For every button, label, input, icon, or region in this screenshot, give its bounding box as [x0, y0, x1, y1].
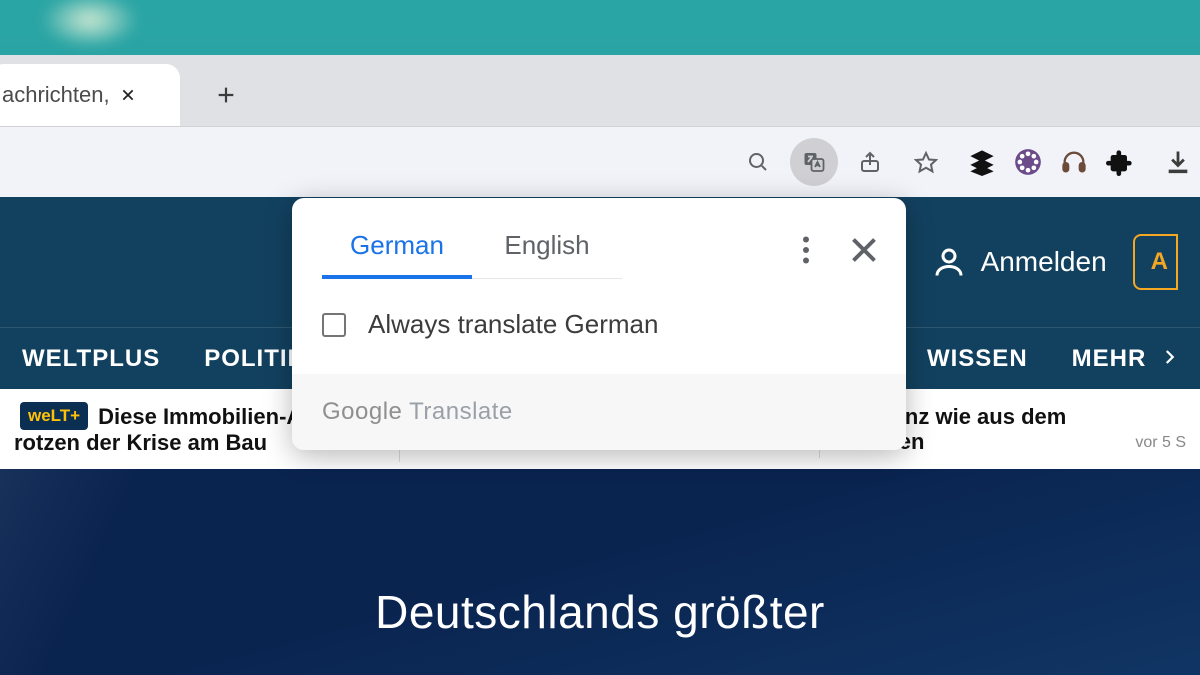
- nav-mehr[interactable]: MEHR: [1050, 345, 1200, 373]
- translate-tabs: German English: [292, 198, 906, 279]
- nav-weltplus[interactable]: WELTPLUS: [0, 345, 182, 373]
- footer-brand: Google: [322, 398, 402, 425]
- chevron-right-icon: [1160, 345, 1178, 372]
- login-button[interactable]: Anmelden: [931, 244, 1107, 280]
- hero-decoration: [0, 469, 220, 675]
- always-translate-label: Always translate German: [368, 309, 658, 340]
- user-icon: [931, 244, 967, 280]
- translate-icon[interactable]: [790, 138, 838, 186]
- login-label: Anmelden: [981, 246, 1107, 278]
- toolbar-icons: [734, 138, 950, 186]
- hero-banner: Deutschlands größter: [0, 469, 1200, 675]
- always-translate-checkbox[interactable]: [322, 313, 346, 337]
- cta-button-cut[interactable]: A: [1133, 234, 1178, 290]
- extensions-menu-icon[interactable]: [1106, 148, 1134, 176]
- extension-buffer-icon[interactable]: [968, 148, 996, 176]
- more-options-icon[interactable]: [788, 232, 824, 268]
- hero-headline: Deutschlands größter: [375, 585, 825, 639]
- star-icon[interactable]: [902, 138, 950, 186]
- extension-headphones-icon[interactable]: [1060, 148, 1088, 176]
- close-tab-icon[interactable]: [118, 85, 138, 105]
- extension-flower-icon[interactable]: [1014, 148, 1042, 176]
- browser-chrome: achrichten,: [0, 55, 1200, 197]
- extension-icons: [968, 148, 1192, 176]
- new-tab-button[interactable]: [206, 75, 246, 115]
- share-icon[interactable]: [846, 138, 894, 186]
- search-icon[interactable]: [734, 138, 782, 186]
- translate-tab-target[interactable]: English: [472, 220, 622, 279]
- nav-mehr-label: MEHR: [1072, 345, 1147, 372]
- ticker-subline: rotzen der Krise am Bau: [14, 430, 267, 455]
- download-icon[interactable]: [1164, 148, 1192, 176]
- translate-footer: Google Translate: [292, 374, 906, 450]
- tab-active[interactable]: achrichten,: [0, 64, 180, 126]
- nav-wissen[interactable]: WISSEN: [905, 345, 1050, 373]
- tab-track: [472, 278, 622, 279]
- translate-tab-source[interactable]: German: [322, 220, 472, 279]
- tab-title: achrichten,: [2, 82, 110, 108]
- tab-underline: [322, 275, 472, 279]
- footer-word: Translate: [409, 398, 513, 425]
- ticker-badge: weLT+: [20, 402, 88, 430]
- ticker-headline: Diese Immobilien-Anl: [98, 404, 322, 429]
- desktop-wallpaper: [0, 0, 1200, 55]
- close-popup-icon[interactable]: [846, 232, 882, 268]
- translate-popup: German English Always translate German G…: [292, 198, 906, 450]
- ticker-time: vor 5 S: [1135, 434, 1186, 452]
- browser-toolbar: [0, 127, 1200, 197]
- wallpaper-blob: [20, 0, 170, 50]
- tab-strip: achrichten,: [0, 55, 1200, 127]
- translate-body: Always translate German: [292, 279, 906, 374]
